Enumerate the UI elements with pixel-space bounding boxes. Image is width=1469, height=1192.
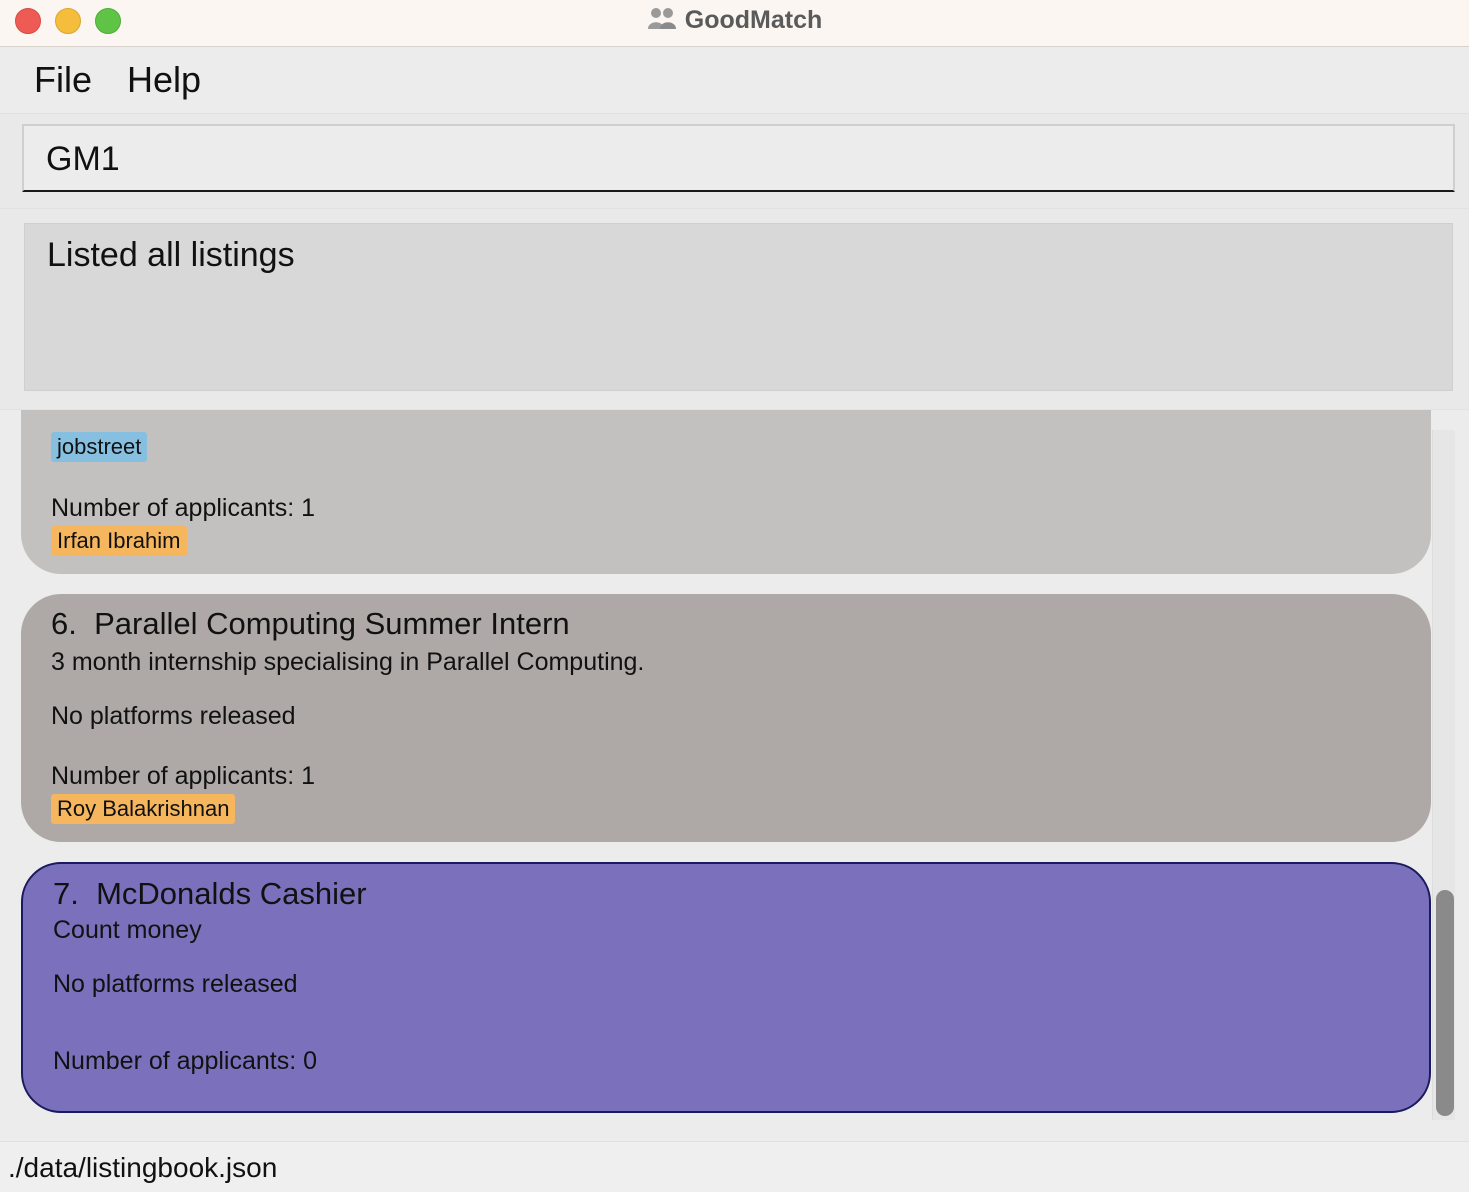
- menu-file[interactable]: File: [34, 59, 92, 101]
- applicants-count: Number of applicants: 1: [51, 762, 316, 790]
- menu-bar: File Help: [0, 47, 1469, 114]
- applicants-count: Number of applicants: 1: [51, 494, 316, 522]
- listing-title: 6. Parallel Computing Summer Intern: [51, 606, 570, 642]
- platforms-status: No platforms released: [51, 702, 296, 730]
- listing-description: 3 month internship specialising in Paral…: [51, 648, 645, 676]
- result-message: Listed all listings: [47, 236, 295, 274]
- save-file-path: ./data/listingbook.json: [8, 1152, 278, 1183]
- listing-index: 7.: [53, 876, 79, 911]
- applicants-count: Number of applicants: 0: [53, 1047, 318, 1075]
- applicant-tag: Roy Balakrishnan: [51, 794, 236, 824]
- listing-card[interactable]: 6. Parallel Computing Summer Intern 3 mo…: [21, 594, 1431, 842]
- window-title: GoodMatch: [0, 6, 1469, 37]
- applicant-tag: Irfan Ibrahim: [51, 526, 187, 556]
- platform-tag: jobstreet: [51, 432, 148, 462]
- listing-title-text: Parallel Computing Summer Intern: [94, 606, 570, 641]
- listing-index: 6.: [51, 606, 77, 641]
- status-bar: ./data/listingbook.json: [0, 1141, 1469, 1192]
- people-icon: [647, 6, 677, 37]
- platforms-status: No platforms released: [53, 970, 298, 998]
- title-bar: GoodMatch: [0, 0, 1469, 47]
- listing-description: Count money: [53, 916, 202, 944]
- listing-card[interactable]: jobstreet Number of applicants: 1 Irfan …: [21, 410, 1431, 574]
- listing-list[interactable]: jobstreet Number of applicants: 1 Irfan …: [0, 410, 1469, 1140]
- menu-help[interactable]: Help: [127, 59, 201, 101]
- listing-card-selected[interactable]: 7. McDonalds Cashier Count money No plat…: [21, 862, 1431, 1113]
- scrollbar-track[interactable]: [1432, 430, 1455, 1120]
- command-input[interactable]: [46, 138, 1426, 180]
- listing-title: 7. McDonalds Cashier: [53, 876, 367, 912]
- result-display: Listed all listings: [24, 223, 1453, 391]
- command-box[interactable]: [22, 124, 1455, 192]
- scrollbar-thumb[interactable]: [1436, 890, 1454, 1116]
- window-title-text: GoodMatch: [684, 6, 823, 35]
- command-section: [0, 114, 1469, 209]
- result-section: Listed all listings: [0, 209, 1469, 410]
- listing-title-text: McDonalds Cashier: [96, 876, 367, 911]
